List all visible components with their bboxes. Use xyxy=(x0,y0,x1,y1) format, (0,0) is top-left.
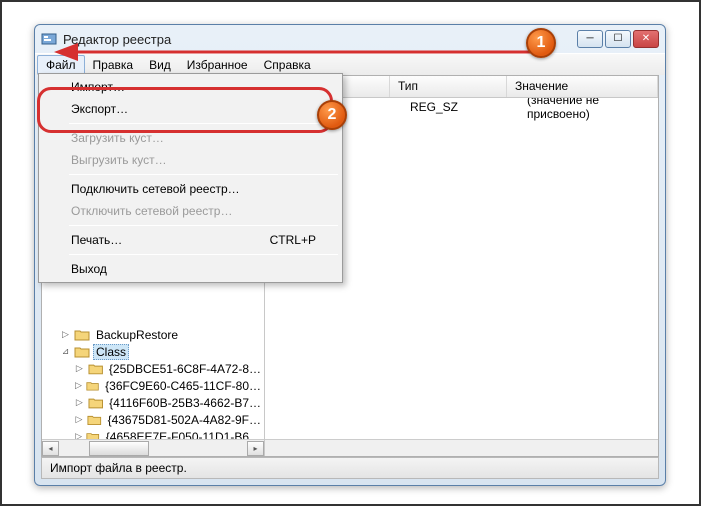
expander-icon[interactable]: ▷ xyxy=(74,397,85,408)
status-text: Импорт файла в реестр. xyxy=(50,461,187,475)
scroll-left-icon[interactable]: ◂ xyxy=(42,441,59,456)
expander-icon[interactable]: ⊿ xyxy=(60,346,71,357)
menu-item-импорт[interactable]: Импорт… xyxy=(41,76,340,98)
titlebar[interactable]: Редактор реестра ─ ☐ ✕ xyxy=(35,25,665,53)
tree-item-label: BackupRestore xyxy=(93,328,181,342)
menu-item-label: Выгрузить куст… xyxy=(71,153,167,167)
menu-item-отключитьсетевойреестр: Отключить сетевой реестр… xyxy=(41,200,340,222)
menu-edit[interactable]: Правка xyxy=(85,56,142,74)
list-scrollbar[interactable] xyxy=(265,439,658,456)
window-controls: ─ ☐ ✕ xyxy=(577,30,659,48)
menu-item-label: Отключить сетевой реестр… xyxy=(71,204,232,218)
tree-item[interactable]: ▷ {36FC9E60-C465-11CF-80… xyxy=(46,377,264,394)
tree-item[interactable]: ▷ {4116F60B-25B3-4662-B7… xyxy=(46,394,264,411)
tree-item-label: {36FC9E60-C465-11CF-80… xyxy=(102,379,264,393)
menu-item-выход[interactable]: Выход xyxy=(41,258,340,280)
expander-icon[interactable]: ▷ xyxy=(60,329,71,340)
expander-icon[interactable]: ▷ xyxy=(74,363,85,374)
menubar: Файл Правка Вид Избранное Справка xyxy=(35,53,665,75)
menu-item-label: Импорт… xyxy=(71,80,125,94)
menu-item-label: Печать… xyxy=(71,233,122,247)
app-icon xyxy=(41,31,57,47)
menu-item-label: Выход xyxy=(71,262,107,276)
menu-item-экспорт[interactable]: Экспорт… xyxy=(41,98,340,120)
close-button[interactable]: ✕ xyxy=(633,30,659,48)
col-value[interactable]: Значение xyxy=(507,76,658,97)
scroll-thumb[interactable] xyxy=(89,441,149,456)
menu-shortcut: CTRL+P xyxy=(270,233,316,247)
tree-item-label: {4116F60B-25B3-4662-B7… xyxy=(106,396,264,410)
col-type[interactable]: Тип xyxy=(390,76,507,97)
file-menu-dropdown: Импорт… Экспорт… Загрузить куст… Выгрузить … xyxy=(38,73,343,283)
tree-item-label: Class xyxy=(93,344,129,360)
minimize-button[interactable]: ─ xyxy=(577,30,603,48)
window-title: Редактор реестра xyxy=(63,32,577,47)
menu-help[interactable]: Справка xyxy=(256,56,319,74)
statusbar: Импорт файла в реестр. xyxy=(41,457,659,479)
menu-item-подключитьсетевойреестр[interactable]: Подключить сетевой реестр… xyxy=(41,178,340,200)
menu-item-label: Подключить сетевой реестр… xyxy=(71,182,240,196)
tree-item[interactable]: ▷ {43675D81-502A-4A82-9F… xyxy=(46,411,264,428)
tree-item[interactable]: ⊿ Class xyxy=(46,343,264,360)
tree-scrollbar[interactable]: ◂ ▸ xyxy=(42,439,264,456)
expander-icon[interactable]: ▷ xyxy=(74,414,84,425)
menu-item-печать[interactable]: Печать… CTRL+P xyxy=(41,229,340,251)
menu-item-label: Экспорт… xyxy=(71,102,128,116)
menu-item-выгрузитькуст: Выгрузить куст… xyxy=(41,149,340,171)
tree-item[interactable]: ▷ BackupRestore xyxy=(46,326,264,343)
tree-item-label: {25DBCE51-6C8F-4A72-8… xyxy=(106,362,264,376)
tree-item-label: {43675D81-502A-4A82-9F… xyxy=(105,413,264,427)
tree-item[interactable]: ▷ {25DBCE51-6C8F-4A72-8… xyxy=(46,360,264,377)
menu-favorites[interactable]: Избранное xyxy=(179,56,256,74)
value-type: REG_SZ xyxy=(410,100,527,114)
scroll-right-icon[interactable]: ▸ xyxy=(247,441,264,456)
expander-icon[interactable]: ▷ xyxy=(74,380,83,391)
menu-item-загрузитькуст: Загрузить куст… xyxy=(41,127,340,149)
menu-view[interactable]: Вид xyxy=(141,56,179,74)
menu-file[interactable]: Файл xyxy=(37,55,85,75)
maximize-button[interactable]: ☐ xyxy=(605,30,631,48)
menu-item-label: Загрузить куст… xyxy=(71,131,164,145)
